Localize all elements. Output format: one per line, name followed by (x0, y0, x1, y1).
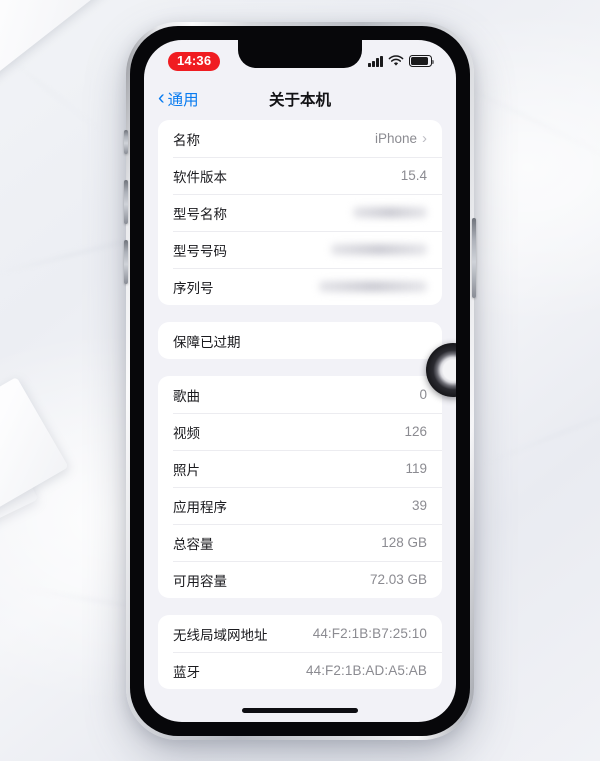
row-value: 72.03 GB (369, 572, 427, 587)
volume-down-button[interactable] (124, 240, 128, 284)
navigation-bar: ‹ 通用 关于本机 (144, 78, 456, 120)
row-applications[interactable]: 应用程序 39 (158, 487, 442, 524)
row-bluetooth-address[interactable]: 蓝牙 44:F2:1B:AD:A5:AB (158, 652, 442, 689)
row-total-capacity[interactable]: 总容量 128 GB (158, 524, 442, 561)
row-label: 总容量 (173, 536, 214, 552)
row-label: 型号号码 (173, 243, 227, 259)
settings-scroll-content[interactable]: 名称 iPhone › 软件版本 15.4 型号名称 型号号码 序列号 保障已过… (144, 120, 456, 722)
row-value-redacted (319, 281, 427, 292)
status-bar-icons (368, 55, 435, 67)
redaction-blur (331, 244, 427, 255)
redaction-blur (353, 207, 427, 218)
section-device-info: 名称 iPhone › 软件版本 15.4 型号名称 型号号码 序列号 (158, 120, 442, 305)
row-available-capacity[interactable]: 可用容量 72.03 GB (158, 561, 442, 598)
back-button-label: 通用 (167, 92, 199, 109)
mute-switch-button[interactable] (124, 130, 128, 154)
row-label: 保障已过期 (173, 334, 241, 350)
row-value: 126 (404, 424, 427, 439)
row-value-redacted (353, 207, 427, 218)
power-button[interactable] (472, 218, 476, 298)
row-name[interactable]: 名称 iPhone › (158, 120, 442, 157)
marble-vein (0, 40, 114, 142)
paper-prop-top-left (0, 0, 108, 46)
row-songs[interactable]: 歌曲 0 (158, 376, 442, 413)
row-label: 歌曲 (173, 388, 200, 404)
row-software-version[interactable]: 软件版本 15.4 (158, 157, 442, 194)
row-value: 39 (411, 498, 427, 513)
chevron-left-icon: ‹ (158, 87, 165, 109)
row-label: 无线局域网地址 (173, 627, 268, 643)
row-wifi-address[interactable]: 无线局域网地址 44:F2:1B:B7:25:10 (158, 615, 442, 652)
row-label: 软件版本 (173, 169, 227, 185)
screen-recording-time-pill[interactable]: 14:36 (168, 51, 221, 71)
row-model-number[interactable]: 型号号码 (158, 231, 442, 268)
paper-prop-left (0, 376, 69, 524)
row-label: 序列号 (173, 280, 214, 296)
row-value: 128 GB (381, 535, 427, 550)
row-label: 可用容量 (173, 573, 227, 589)
phone-bezel: 14:36 ‹ 通用 关于本机 名称 iPhone › 软件版本 15.4 型号… (130, 26, 470, 736)
display-notch (238, 40, 362, 68)
section-network-addresses: 无线局域网地址 44:F2:1B:B7:25:10 蓝牙 44:F2:1B:AD… (158, 615, 442, 689)
row-value: 119 (405, 461, 427, 476)
row-value-text: iPhone (374, 131, 417, 146)
row-value: 0 (419, 387, 427, 402)
volume-up-button[interactable] (124, 180, 128, 224)
row-value: iPhone › (375, 131, 427, 146)
row-label: 蓝牙 (173, 664, 200, 680)
battery-icon (409, 55, 435, 67)
section-storage-and-media: 歌曲 0 视频 126 照片 119 应用程序 39 总容量 128 GB 可用… (158, 376, 442, 598)
paper-prop-top-left (0, 0, 114, 93)
marble-vein (476, 394, 600, 469)
row-label: 视频 (173, 425, 200, 441)
row-label: 照片 (173, 462, 200, 478)
cellular-signal-icon (368, 55, 383, 67)
row-model-name[interactable]: 型号名称 (158, 194, 442, 231)
back-button-general[interactable]: ‹ 通用 (158, 88, 199, 110)
row-value: 44:F2:1B:AD:A5:AB (305, 663, 427, 678)
section-coverage: 保障已过期 (158, 322, 442, 359)
row-coverage-expired[interactable]: 保障已过期 (158, 322, 442, 359)
row-value: 44:F2:1B:B7:25:10 (312, 626, 427, 641)
wifi-icon (388, 55, 404, 66)
row-value: 15.4 (400, 168, 427, 183)
row-serial-number[interactable]: 序列号 (158, 268, 442, 305)
row-label: 型号名称 (173, 206, 227, 222)
phone-device: 14:36 ‹ 通用 关于本机 名称 iPhone › 软件版本 15.4 型号… (124, 22, 476, 740)
chevron-right-icon: › (422, 130, 427, 147)
row-photos[interactable]: 照片 119 (158, 450, 442, 487)
scene-backdrop: 14:36 ‹ 通用 关于本机 名称 iPhone › 软件版本 15.4 型号… (0, 0, 600, 761)
row-videos[interactable]: 视频 126 (158, 413, 442, 450)
home-indicator[interactable] (242, 708, 358, 713)
phone-screen: 14:36 ‹ 通用 关于本机 名称 iPhone › 软件版本 15.4 型号… (144, 40, 456, 722)
paper-prop-left (0, 412, 38, 544)
row-value-redacted (331, 244, 427, 255)
redaction-blur (319, 281, 427, 292)
row-label: 名称 (173, 132, 200, 148)
row-label: 应用程序 (173, 499, 227, 515)
